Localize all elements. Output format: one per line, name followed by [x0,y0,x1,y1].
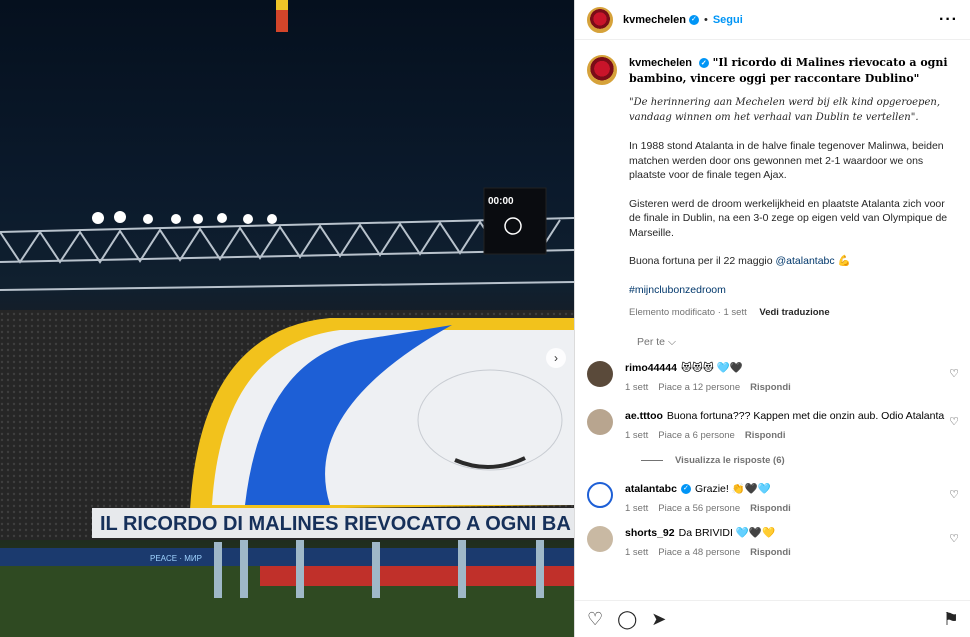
verified-badge-icon: ✓ [688,14,699,25]
comments-scroll-area[interactable]: kvmechelen ✓ "Il ricordo di Malines riev… [575,41,970,599]
comment-text: ae.tttoo Buona fortuna??? Kappen met die … [625,409,945,423]
caption-italic: "De herinnering aan Mechelen werd bij el… [629,97,940,123]
next-image-button[interactable]: › [546,348,566,368]
giant-flag [260,566,574,586]
reply-button[interactable]: Rispondi [745,430,786,441]
share-icon[interactable]: ➤ [651,610,666,628]
comment-text: shorts_92 Da BRIVIDI 🩵🖤💛 [625,526,945,540]
for-you-dropdown[interactable]: Per te ⌵ [637,336,959,349]
caption-body: kvmechelen ✓ "Il ricordo di Malines riev… [629,55,959,318]
comment-avatar[interactable] [587,526,613,552]
comment-time: 1 sett [625,430,649,441]
stadium-scene: 00:00 IL RICORDO DI MALINES RIEVOCATO A … [0,0,574,637]
chevron-down-icon: ⌵ [667,336,676,348]
bookmark-icon[interactable]: ⚑ [943,610,959,628]
caption-paragraph-3-text: Buona fortuna per il 22 maggio [629,255,776,267]
comment-time: 1 sett [625,503,649,514]
caption-username[interactable]: kvmechelen [629,57,692,69]
comment-meta: 1 sett Piace a 12 persone Rispondi [625,382,945,393]
reply-button[interactable]: Rispondi [750,547,791,558]
more-options-icon[interactable]: ··· [939,11,958,29]
comment-username[interactable]: shorts_92 [625,527,675,539]
comment-username[interactable]: ae.tttoo [625,410,663,422]
follow-button[interactable]: Segui [713,14,743,26]
comment-content: 😻😻😻 🩵🖤 [680,362,743,374]
comment-avatar[interactable] [587,361,613,387]
caption-paragraph-2: Gisteren werd de droom werkelijkheid en … [629,197,948,239]
comment-username[interactable]: atalantabc [625,483,677,495]
comment-item: ae.tttoo Buona fortuna??? Kappen met die … [587,409,959,441]
hashtag-link[interactable]: #mijnclubonzedroom [629,283,959,298]
caption-paragraph-1: In 1988 stond Atalanta in de halve final… [629,140,944,181]
verified-badge-icon: ✓ [680,484,691,495]
verified-badge-icon: ✓ [698,58,709,68]
view-replies-button[interactable]: Visualizza le risposte (6) [641,455,959,466]
comment-item: atalantabc ✓ Grazie! 👏🖤🩵 1 sett Piace a 56 … [587,482,959,514]
author-avatar[interactable] [587,6,613,33]
comment-heart-icon[interactable]: ♡ [949,415,959,428]
comment-item: shorts_92 Da BRIVIDI 🩵🖤💛 1 sett Piace a 48… [587,526,959,558]
see-translation-button[interactable]: Vedi traduzione [759,307,829,318]
reply-button[interactable]: Rispondi [750,503,791,514]
post-header: kvmechelen ✓ • Segui ··· [575,0,970,40]
caption-meta: Elemento modificato · 1 sett Vedi traduz… [629,307,959,318]
reply-button[interactable]: Rispondi [750,382,791,393]
comment-heart-icon[interactable]: ♡ [949,488,959,501]
comment-time: 1 sett [625,382,649,393]
comment-avatar[interactable] [587,409,613,435]
author-username[interactable]: kvmechelen [623,14,686,26]
edited-label: Elemento modificato · 1 sett [629,307,747,318]
flexed-biceps-emoji: 💪 [837,255,851,267]
comment-likes[interactable]: Piace a 12 persone [658,382,740,393]
comment-time: 1 sett [625,547,649,558]
post-photo: 00:00 IL RICORDO DI MALINES RIEVOCATO A … [0,0,574,637]
mention-link[interactable]: @atalantabc [776,255,835,267]
action-bar: ♡ ◯ ➤ ⚑ [575,600,970,637]
comment-text: atalantabc ✓ Grazie! 👏🖤🩵 [625,482,945,496]
ad-board [0,548,574,566]
caption: kvmechelen ✓ "Il ricordo di Malines riev… [587,55,959,318]
comment-icon[interactable]: ◯ [617,610,637,628]
comment-item: rimo44444 😻😻😻 🩵🖤 1 sett Piace a 12 persone… [587,361,959,393]
comment-content: Buona fortuna??? Kappen met die onzin au… [666,410,945,422]
comment-heart-icon[interactable]: ♡ [949,367,959,380]
caption-avatar[interactable] [587,55,617,85]
banner-text: IL RICORDO DI MALINES RIEVOCATO A OGNI B… [100,513,571,535]
separator-dot: • [703,13,708,26]
comment-likes[interactable]: Piace a 6 persone [658,430,735,441]
comment-username[interactable]: rimo44444 [625,362,677,374]
comment-meta: 1 sett Piace a 48 persone Rispondi [625,547,945,558]
comment-heart-icon[interactable]: ♡ [949,532,959,545]
post-side-panel: kvmechelen ✓ • Segui ··· kvmechelen ✓ "I… [574,0,970,637]
scoreboard-time: 00:00 [488,196,514,207]
comment-avatar[interactable] [587,482,613,508]
heart-icon[interactable]: ♡ [587,610,603,628]
caption-headline: kvmechelen ✓ "Il ricordo di Malines riev… [629,55,959,86]
caption-paragraph-3: Buona fortuna per il 22 maggio @atalanta… [629,254,959,269]
comment-content: Da BRIVIDI 🩵🖤💛 [678,527,776,539]
for-you-label: Per te [637,336,666,348]
comment-content: Grazie! 👏🖤🩵 [694,483,771,495]
comment-text: rimo44444 😻😻😻 🩵🖤 [625,361,945,375]
tifo-face [417,369,563,471]
comment-meta: 1 sett Piace a 6 persone Rispondi [625,430,945,441]
comment-meta: 1 sett Piace a 56 persone Rispondi [625,503,945,514]
comment-likes[interactable]: Piace a 48 persone [658,547,740,558]
comment-likes[interactable]: Piace a 56 persone [658,503,740,514]
ad-board-text: PEACE · МИР [150,554,202,563]
floodlights [92,211,277,224]
